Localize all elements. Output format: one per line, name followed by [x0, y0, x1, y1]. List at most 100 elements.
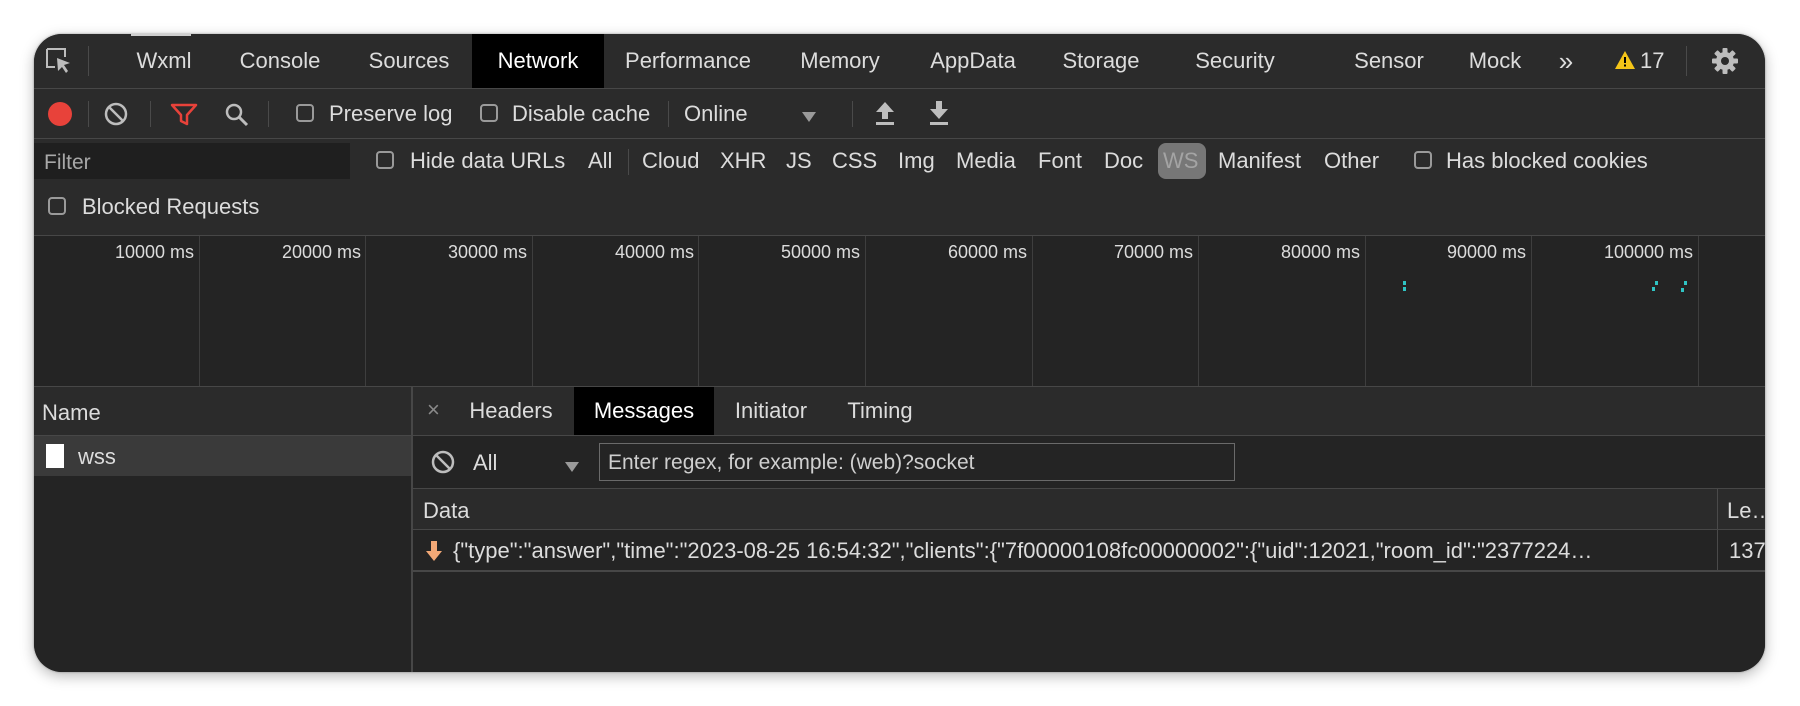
filter-type-manifest[interactable]: Manifest	[1218, 148, 1301, 174]
timeline-tick-label: 80000 ms	[1280, 242, 1360, 262]
divider	[88, 46, 89, 76]
filter-type-other[interactable]: Other	[1324, 148, 1379, 174]
timeline-tick-label: 20000 ms	[281, 242, 361, 262]
document-icon	[46, 444, 64, 468]
filter-input[interactable]: Filter	[34, 143, 350, 179]
throttling-select[interactable]: Online	[674, 93, 824, 133]
filter-type-doc[interactable]: Doc	[1104, 148, 1143, 174]
has-blocked-cookies-label: Has blocked cookies	[1446, 148, 1648, 173]
tab-appdata[interactable]: AppData	[908, 34, 1038, 88]
detail-tab-messages[interactable]: Messages	[574, 387, 714, 435]
detail-tab-bar: × Headers Messages Initiator Timing	[413, 387, 1765, 436]
devtools-window: Wxml Console Sources Network Performance…	[34, 34, 1765, 672]
tab-performance[interactable]: Performance	[604, 34, 772, 88]
timeline-gridline	[1531, 236, 1532, 386]
detail-tab-headers[interactable]: Headers	[453, 387, 569, 435]
tab-wxml[interactable]: Wxml	[112, 34, 216, 88]
close-detail-button[interactable]: ×	[427, 397, 440, 423]
tab-sources[interactable]: Sources	[344, 34, 474, 88]
timeline-gridline	[1365, 236, 1366, 386]
message-row[interactable]: {"type":"answer","time":"2023-08-25 16:5…	[413, 530, 1765, 572]
devtools-tab-bar: Wxml Console Sources Network Performance…	[34, 34, 1765, 89]
column-divider	[1717, 530, 1718, 570]
timeline-activity-mark	[1684, 281, 1687, 285]
message-data: {"type":"answer","time":"2023-08-25 16:5…	[453, 538, 1593, 563]
filter-type-ws-label: WS	[1163, 148, 1199, 173]
request-detail-panel: × Headers Messages Initiator Timing All …	[413, 387, 1765, 672]
filter-type-cloud[interactable]: Cloud	[642, 148, 699, 174]
filter-type-xhr[interactable]: XHR	[720, 148, 766, 174]
filter-type-img[interactable]: Img	[898, 148, 935, 174]
timeline-tick-label: 60000 ms	[947, 242, 1027, 262]
tab-network[interactable]: Network	[472, 34, 604, 88]
name-column-header: Name	[42, 400, 101, 425]
more-tabs-button[interactable]: »	[1546, 34, 1586, 88]
regex-filter-input[interactable]: Enter regex, for example: (web)?socket	[599, 443, 1235, 481]
disable-cache-label: Disable cache	[512, 101, 651, 126]
tab-console[interactable]: Console	[216, 34, 344, 88]
filter-type-all[interactable]: All	[588, 148, 612, 174]
blocked-requests-label: Blocked Requests	[82, 194, 260, 219]
request-row[interactable]: wss	[34, 436, 411, 476]
request-name: wss	[78, 444, 116, 469]
timeline-activity-mark	[1681, 288, 1684, 292]
export-har-icon[interactable]	[928, 100, 950, 126]
dropdown-arrow-icon	[802, 109, 816, 127]
record-button[interactable]	[48, 102, 72, 126]
timeline-tick-label: 50000 ms	[780, 242, 860, 262]
disable-cache-checkbox[interactable]	[480, 104, 498, 122]
request-list-header[interactable]: Name	[34, 387, 411, 436]
hide-data-urls-checkbox[interactable]	[376, 151, 394, 169]
import-har-icon[interactable]	[874, 100, 896, 126]
filter-type-font[interactable]: Font	[1038, 148, 1082, 174]
tab-mock[interactable]: Mock	[1444, 34, 1546, 88]
warning-count[interactable]: 17	[1640, 48, 1664, 74]
has-blocked-cookies-checkbox[interactable]	[1414, 151, 1432, 169]
detail-tab-timing[interactable]: Timing	[828, 387, 932, 435]
search-icon[interactable]	[224, 102, 250, 128]
timeline-tick-label: 30000 ms	[447, 242, 527, 262]
filter-type-media[interactable]: Media	[956, 148, 1016, 174]
hide-data-urls-label: Hide data URLs	[410, 148, 566, 173]
divider	[852, 101, 853, 127]
settings-gear-icon[interactable]	[1710, 46, 1740, 76]
timeline-overview[interactable]: 10000 ms 20000 ms 30000 ms 40000 ms 5000…	[34, 236, 1765, 387]
preserve-log-label: Preserve log	[329, 101, 453, 126]
timeline-gridline	[199, 236, 200, 386]
timeline-tick-label: 70000 ms	[1113, 242, 1193, 262]
clear-messages-icon[interactable]	[431, 450, 455, 474]
column-divider[interactable]	[1717, 489, 1718, 529]
clear-icon[interactable]	[104, 102, 128, 126]
divider	[668, 101, 669, 127]
filter-type-ws[interactable]: WS	[1158, 143, 1206, 179]
filter-icon[interactable]	[170, 102, 198, 126]
preserve-log-checkbox[interactable]	[296, 104, 314, 122]
message-length: 137	[1729, 538, 1765, 563]
detail-tab-initiator[interactable]: Initiator	[714, 387, 828, 435]
blocked-requests-checkbox[interactable]	[48, 197, 66, 215]
filter-bar: Filter Hide data URLs All Cloud XHR JS C…	[34, 139, 1765, 236]
filter-type-js[interactable]: JS	[786, 148, 812, 174]
warning-icon[interactable]	[1614, 49, 1636, 71]
divider	[150, 101, 151, 127]
throttling-value: Online	[684, 101, 748, 126]
message-type-select[interactable]: All	[473, 442, 583, 482]
timeline-tick-label: 10000 ms	[114, 242, 194, 262]
timeline-activity-mark	[1403, 281, 1406, 285]
timeline-gridline	[1698, 236, 1699, 386]
tab-security[interactable]: Security	[1164, 34, 1306, 88]
length-column-header[interactable]: Le…	[1727, 498, 1765, 524]
filter-type-css[interactable]: CSS	[832, 148, 877, 174]
tab-memory[interactable]: Memory	[772, 34, 908, 88]
tab-storage[interactable]: Storage	[1038, 34, 1164, 88]
timeline-gridline	[698, 236, 699, 386]
tab-sensor[interactable]: Sensor	[1334, 34, 1444, 88]
inspect-element-icon[interactable]	[44, 46, 74, 76]
dropdown-arrow-icon	[565, 459, 579, 477]
timeline-activity-mark	[1652, 287, 1655, 291]
timeline-activity-mark	[1655, 281, 1658, 285]
data-column-header[interactable]: Data	[423, 498, 469, 524]
network-toolbar: Preserve log Disable cache Online	[34, 89, 1765, 139]
messages-toolbar: All Enter regex, for example: (web)?sock…	[413, 436, 1765, 489]
timeline-gridline	[1032, 236, 1033, 386]
